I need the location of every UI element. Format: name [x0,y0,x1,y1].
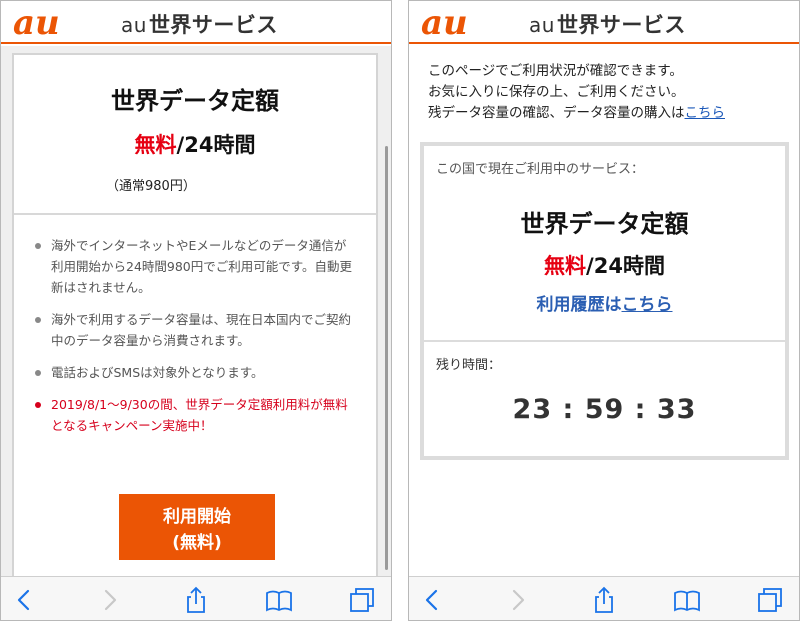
bookmarks-icon[interactable] [672,585,702,615]
back-icon[interactable] [417,585,447,615]
usage-history: 利用履歴はこちら [424,290,785,315]
notes-list: 海外でインターネットやEメールなどのデータ通信が利用開始から24時間980円でご… [14,215,376,436]
back-icon[interactable] [9,585,39,615]
svg-text:au: au [13,7,60,39]
bookmarks-icon[interactable] [264,585,294,615]
plan-price: 無料/24時間 [424,250,785,280]
intro-line: お気に入りに保存の上、ご利用ください。 [428,84,685,100]
scrollbar[interactable] [385,146,388,570]
intro-line: このページでご利用状況が確認できます。 [428,63,683,79]
content-area: このページでご利用状況が確認できます。 お気に入りに保存の上、ご利用ください。 … [409,46,799,576]
plan-price: 無料/24時間 [14,129,376,159]
start-button-label: 利用開始 [163,507,231,527]
plan-title: 世界データ定額 [520,210,689,238]
intro-text: このページでご利用状況が確認できます。 お気に入りに保存の上、ご利用ください。 … [428,61,725,124]
history-prefix: 利用履歴は [536,295,622,315]
app-header: au au世界サービス [409,1,799,44]
header-title-suffix: 世界サービス [148,13,278,37]
share-icon[interactable] [589,585,619,615]
au-logo: au [421,7,468,39]
start-button-sublabel: (無料) [172,533,222,553]
normal-price: （通常980円） [106,179,196,194]
tabs-icon[interactable] [755,585,785,615]
browser-toolbar [409,576,799,620]
campaign-note: 2019/8/1〜9/30の間、世界データ定額利用料が無料となるキャンペーン実施… [34,394,356,436]
au-logo: au [13,7,60,39]
forward-icon[interactable] [95,585,125,615]
plan-title: 世界データ定額 [111,87,279,115]
share-icon[interactable] [181,585,211,615]
remaining-time-label: 残り時間： [436,358,502,373]
note-item: 海外でインターネットやEメールなどのデータ通信が利用開始から24時間980円でご… [34,235,356,298]
current-service-section: この国で現在ご利用中のサービス： 世界データ定額 無料/24時間 利用履歴はこち… [424,146,785,342]
countdown-timer: 23 : 59 : 33 [512,394,697,425]
start-usage-button[interactable]: 利用開始 (無料) [119,494,275,560]
tabs-icon[interactable] [347,585,377,615]
forward-icon[interactable] [503,585,533,615]
phone-screen-right: au au世界サービス このページでご利用状況が確認できます。 お気に入りに保存… [408,0,800,621]
app-header: au au世界サービス [1,1,391,44]
header-title-suffix: 世界サービス [556,13,686,37]
header-title-brand: au [529,13,555,37]
plan-summary: 世界データ定額 無料/24時間 （通常980円） [14,55,376,215]
header-title-brand: au [121,13,147,37]
intro-line-text: 残データ容量の確認、データ容量の購入は [428,105,685,121]
data-capacity-link[interactable]: こちら [685,105,726,121]
service-label: この国で現在ご利用中のサービス： [436,162,645,177]
current-service-card: この国で現在ご利用中のサービス： 世界データ定額 無料/24時間 利用履歴はこち… [420,142,789,460]
svg-text:au: au [421,7,468,39]
content-area: 世界データ定額 無料/24時間 （通常980円） 海外でインターネットやEメール… [1,46,391,576]
usage-history-link[interactable]: こちら [622,295,673,315]
note-item: 電話およびSMSは対象外となります。 [34,362,356,383]
note-item: 海外で利用するデータ容量は、現在日本国内でご契約中のデータ容量から消費されます。 [34,309,356,351]
header-title: au世界サービス [529,9,686,39]
phone-screen-left: au au世界サービス 世界データ定額 無料/24時間 （通常980円） 海外で… [0,0,392,621]
price-free: 無料 [134,133,177,157]
plan-card: 世界データ定額 無料/24時間 （通常980円） 海外でインターネットやEメール… [12,53,378,576]
header-title: au世界サービス [121,9,278,39]
price-free: 無料 [544,254,587,278]
intro-line: 残データ容量の確認、データ容量の購入はこちら [428,103,725,124]
browser-toolbar [1,576,391,620]
price-period: /24時間 [586,254,665,278]
price-period: /24時間 [176,133,256,157]
